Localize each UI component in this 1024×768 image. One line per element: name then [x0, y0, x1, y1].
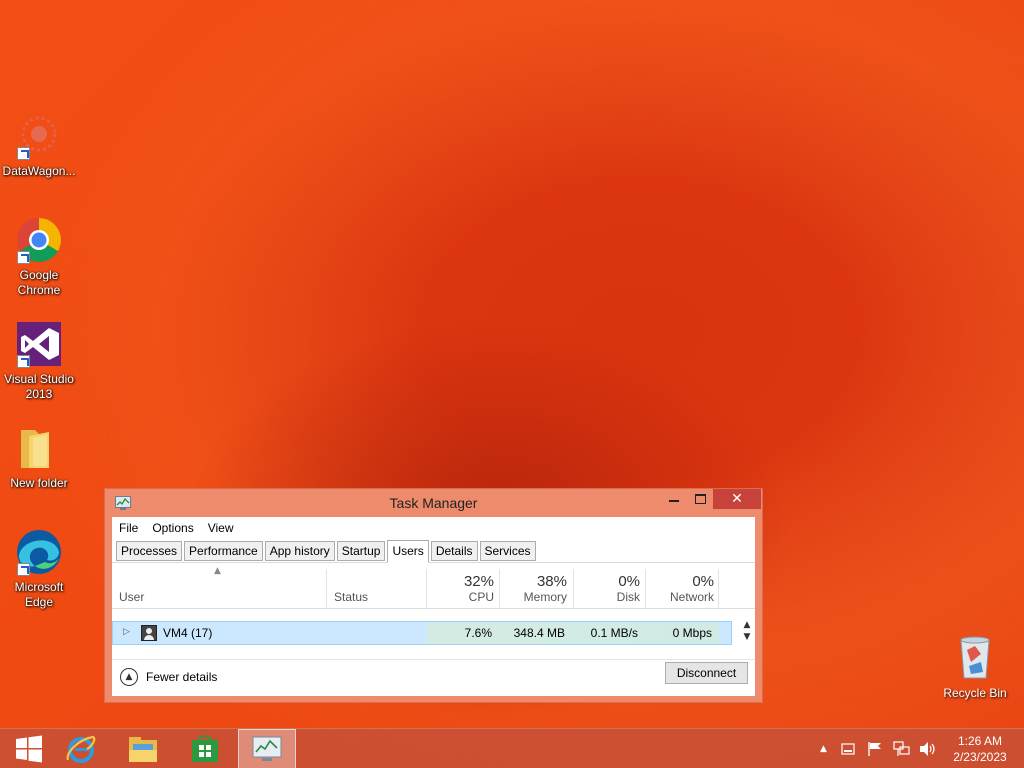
desktop-icon-edge[interactable]: Microsoft Edge: [2, 528, 76, 610]
tab-performance[interactable]: Performance: [184, 541, 263, 561]
desktop-icon-label: Microsoft Edge: [14, 580, 64, 609]
column-header-memory[interactable]: Memory: [524, 590, 567, 604]
datawagon-icon: [15, 112, 63, 160]
menu-bar: File Options View: [112, 517, 755, 539]
desktop-icon-label: Recycle Bin: [943, 686, 1007, 700]
disconnect-button[interactable]: Disconnect: [665, 662, 748, 684]
clock-date: 2/23/2023: [953, 750, 1007, 764]
task-manager-body: File Options View Processes Performance …: [112, 517, 755, 696]
memory-total-pct: 38%: [536, 573, 567, 590]
column-header-user[interactable]: User: [119, 590, 144, 604]
row-disk: 0.1 MB/s: [590, 626, 638, 640]
volume-icon[interactable]: [919, 741, 937, 757]
taskbar-clock[interactable]: 1:26 AM 2/23/2023: [940, 733, 1020, 765]
desktop-icon-datawagon[interactable]: DataWagon...: [2, 112, 76, 179]
taskbar: ▲ 1:26 AM 2/23/2023: [0, 728, 1024, 768]
scroll-down-icon[interactable]: ▼: [740, 631, 754, 643]
tab-details[interactable]: Details: [430, 541, 478, 561]
row-user: VM4 (17): [163, 626, 213, 640]
disk-total-pct: 0%: [618, 573, 640, 590]
column-header-disk[interactable]: Disk: [617, 590, 640, 604]
expand-chevron-icon[interactable]: ▷: [123, 627, 130, 637]
close-icon: ✕: [731, 491, 743, 507]
sort-ascending-icon: ▲: [214, 566, 221, 576]
start-icon: [16, 735, 42, 763]
cpu-total-pct: 32%: [463, 573, 494, 590]
network-total-pct: 0%: [692, 573, 714, 590]
fewer-details-label: Fewer details: [146, 670, 218, 684]
column-header-cpu[interactable]: CPU: [469, 590, 494, 604]
fewer-details-toggle[interactable]: ▲ Fewer details: [120, 668, 217, 686]
start-button[interactable]: [0, 729, 58, 768]
chevron-up-icon: ▲: [120, 668, 138, 686]
tab-strip: Processes Performance App history Startu…: [112, 539, 755, 563]
system-tray: ▲: [820, 729, 937, 768]
tab-processes[interactable]: Processes: [116, 541, 183, 561]
clock-time: 1:26 AM: [957, 734, 1003, 748]
desktop-icon-label: Google Chrome: [17, 268, 61, 297]
row-cpu: 7.6%: [464, 626, 492, 640]
maximize-button[interactable]: [687, 489, 713, 509]
scroll-up-icon[interactable]: ▲: [740, 619, 754, 631]
tab-users[interactable]: Users: [387, 540, 429, 563]
task-manager-window[interactable]: Task Manager ✕ File Options View Process…: [104, 488, 763, 703]
chrome-icon: [15, 216, 63, 264]
table-row[interactable]: ▷ VM4 (17) 7.6% 348.4 MB 0.1 MB/s 0 Mbps: [112, 621, 732, 645]
desktop-icon-label: Visual Studio 2013: [4, 372, 74, 401]
recycle-bin-icon: [960, 636, 990, 679]
taskbar-file-explorer[interactable]: [114, 729, 172, 768]
menu-options[interactable]: Options: [152, 521, 193, 535]
tab-services[interactable]: Services: [479, 541, 536, 561]
folder-icon: [15, 424, 63, 472]
scrollbar[interactable]: ▲ ▼: [740, 619, 754, 647]
file-explorer-icon: [129, 737, 157, 762]
column-header-network[interactable]: Network: [670, 590, 714, 604]
menu-file[interactable]: File: [119, 521, 138, 535]
desktop-icon-label: DataWagon...: [2, 164, 76, 178]
user-avatar-icon: [141, 625, 157, 641]
internet-explorer-icon: [66, 735, 96, 763]
taskbar-task-manager[interactable]: [238, 729, 296, 768]
desktop-icon-chrome[interactable]: Google Chrome: [2, 216, 76, 298]
taskbar-internet-explorer[interactable]: [52, 729, 110, 768]
network-icon[interactable]: [893, 741, 911, 757]
row-network: 0 Mbps: [672, 626, 712, 640]
task-manager-icon: [252, 736, 282, 761]
column-header-row: ▲ User Status 32% CPU 38% Memory 0% Disk…: [112, 563, 755, 609]
desktop-icon-recycle-bin[interactable]: Recycle Bin: [940, 632, 1010, 700]
show-hidden-icons-icon[interactable]: ▲: [820, 744, 827, 754]
close-button[interactable]: ✕: [713, 489, 761, 509]
desktop-icon-label: New folder: [10, 476, 68, 490]
visual-studio-icon: [15, 320, 63, 368]
tab-startup[interactable]: Startup: [336, 541, 386, 561]
desktop-icon-visual-studio[interactable]: Visual Studio 2013: [2, 320, 76, 402]
footer-bar: ▲ Fewer details Disconnect: [112, 659, 755, 696]
title-bar[interactable]: Task Manager ✕: [105, 489, 762, 517]
action-center-flag-icon[interactable]: [867, 741, 883, 757]
minimize-button[interactable]: [661, 489, 687, 509]
tab-app-history[interactable]: App history: [264, 541, 335, 561]
desktop-icon-new-folder[interactable]: New folder: [2, 424, 76, 491]
menu-view[interactable]: View: [208, 521, 234, 535]
row-memory: 348.4 MB: [513, 626, 565, 640]
keyboard-icon[interactable]: [841, 742, 855, 756]
store-icon: [192, 735, 218, 762]
edge-icon: [15, 528, 63, 576]
taskbar-store[interactable]: [176, 729, 234, 768]
column-header-status[interactable]: Status: [334, 590, 368, 604]
